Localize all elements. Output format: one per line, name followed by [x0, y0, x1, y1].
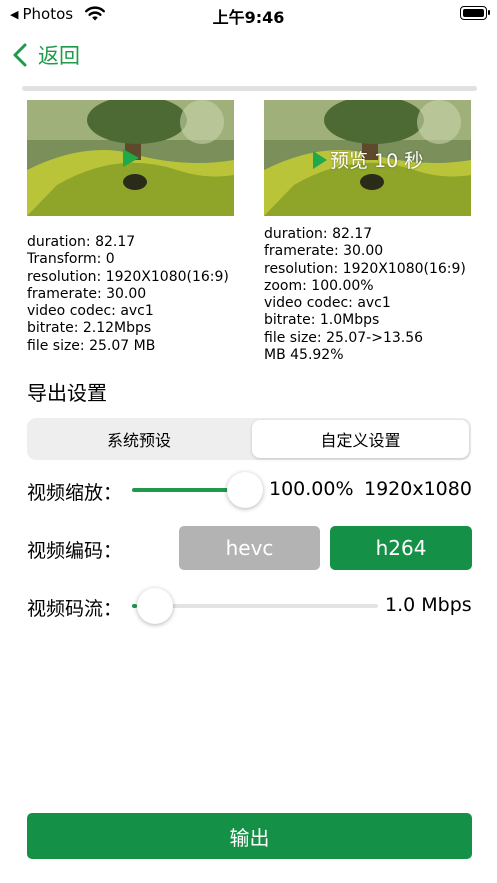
- bitrate-slider-knob[interactable]: [137, 588, 173, 624]
- bitrate-label: 视频码流：: [27, 598, 123, 620]
- codec-label: 视频编码：: [27, 540, 123, 562]
- export-progress-track: [22, 86, 477, 91]
- output-duration: duration: 82.17: [264, 226, 373, 242]
- export-button[interactable]: 输出: [27, 813, 472, 859]
- scale-slider-knob[interactable]: [227, 472, 263, 508]
- scale-resolution-value: 1920x1080: [364, 478, 472, 500]
- settings-mode-segmented-control: 系统预设 自定义设置: [27, 418, 471, 460]
- output-zoom: zoom: 100.00%: [264, 277, 374, 294]
- original-video-codec: video codec: avc1: [27, 303, 154, 320]
- codec-h264-button[interactable]: h264: [330, 526, 472, 570]
- original-video-info: duration: 82.17 Transform: 0 resolution:…: [27, 234, 247, 355]
- output-video-info: duration: 82.17 framerate: 30.00 resolut…: [264, 226, 479, 364]
- back-label: 返回: [38, 44, 80, 68]
- original-duration: duration: 82.17: [27, 234, 136, 250]
- original-bitrate: bitrate: 2.12Mbps: [27, 320, 152, 337]
- bitrate-value: 1.0 Mbps: [385, 594, 472, 616]
- back-button[interactable]: 返回: [10, 40, 80, 70]
- preview-10s-button[interactable]: 预览 10 秒: [312, 146, 423, 173]
- original-transform: Transform: 0: [27, 251, 115, 268]
- status-bar: ◀ Photos 上午9:46: [0, 0, 497, 28]
- original-resolution: resolution: 1920X1080(16:9): [27, 268, 229, 285]
- status-time: 上午9:46: [212, 8, 285, 27]
- output-file-size-ratio: MB 45.92%: [264, 347, 344, 364]
- scale-label: 视频缩放：: [27, 482, 123, 504]
- output-framerate: framerate: 30.00: [264, 243, 384, 260]
- output-file-size: file size: 25.07->13.56: [264, 329, 424, 346]
- output-video-codec: video codec: avc1: [264, 295, 391, 312]
- codec-hevc-button[interactable]: hevc: [179, 526, 320, 570]
- original-framerate: framerate: 30.00: [27, 285, 147, 302]
- battery-icon: [460, 6, 490, 20]
- chevron-left-icon: [13, 43, 27, 67]
- play-icon[interactable]: [122, 148, 140, 168]
- scale-percent-value: 100.00%: [269, 478, 354, 500]
- export-settings-title: 导出设置: [27, 381, 107, 405]
- output-resolution: resolution: 1920X1080(16:9): [264, 260, 466, 277]
- tab-system-preset[interactable]: 系统预设: [27, 418, 251, 460]
- output-bitrate: bitrate: 1.0Mbps: [264, 312, 380, 329]
- tab-custom-settings[interactable]: 自定义设置: [252, 420, 469, 458]
- original-file-size: file size: 25.07 MB: [27, 337, 156, 354]
- play-icon: [313, 150, 327, 169]
- preview-label: 预览 10 秒: [330, 150, 424, 172]
